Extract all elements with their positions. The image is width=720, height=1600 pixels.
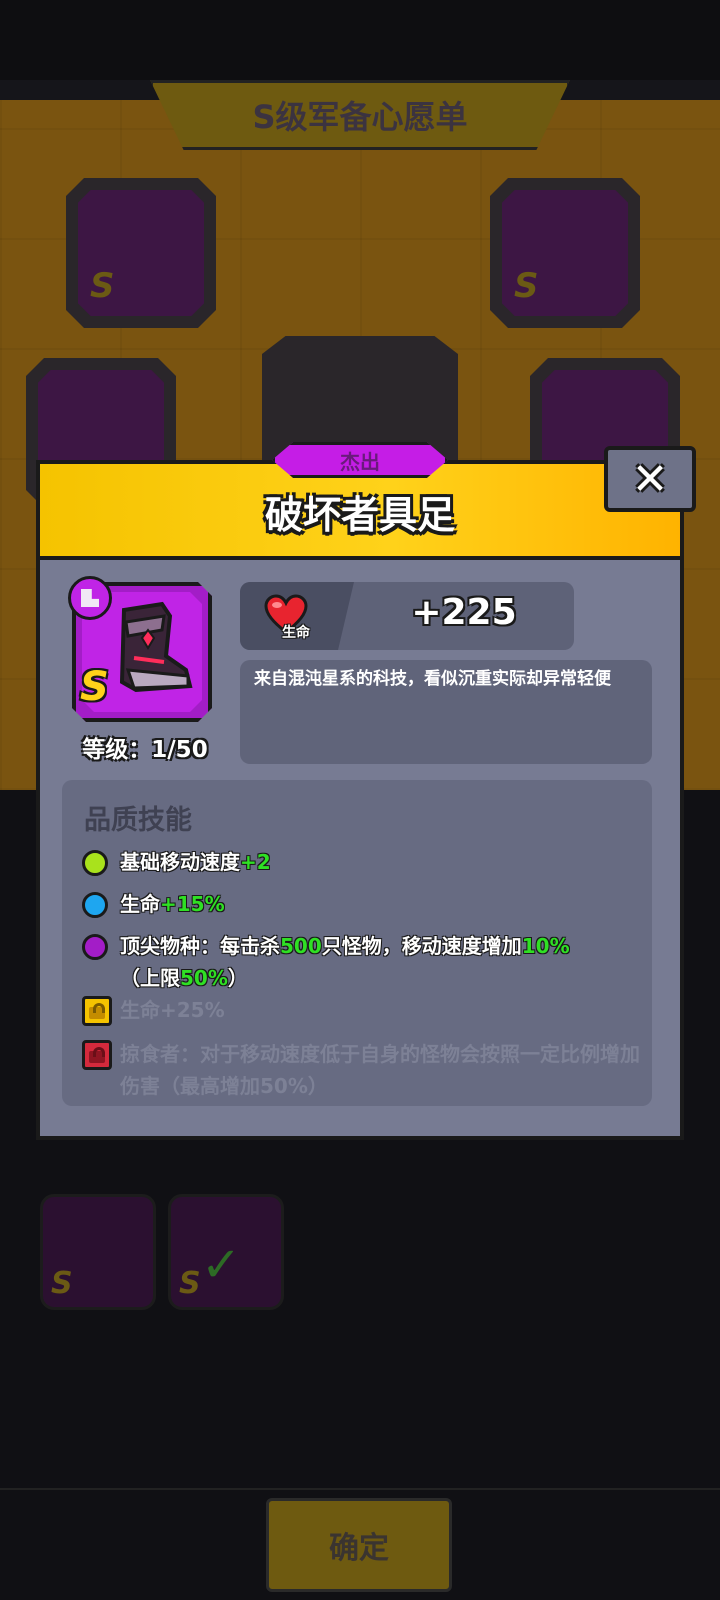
item-level: 等级：1/50 (82, 737, 208, 763)
item-detail-modal: 破坏者具足 S 等级：1/50 生命 +225 来自混沌星系的科技，看似沉重实际… (36, 460, 684, 1140)
boots-slot-icon (68, 576, 112, 620)
top-bar (0, 0, 720, 80)
skill-bonus: +2 (240, 850, 271, 874)
confirm-button[interactable]: 确定 (266, 1498, 452, 1592)
skills-title: 品质技能 (84, 805, 192, 836)
skill-text: 顶尖物种：每击杀 (120, 934, 280, 958)
skill-text: （上限 (120, 966, 180, 990)
inventory-item-boots-gold[interactable]: S (40, 1194, 156, 1310)
stat-value: +225 (411, 592, 517, 633)
stat-name: 生命 (282, 625, 310, 641)
lock-icon (82, 1040, 112, 1070)
blue-dot-icon (82, 892, 108, 918)
locked-skill-text: 生命+25% (120, 998, 225, 1022)
locked-skill-text: 掠食者：对于移动速度低于自身的怪物会按照一定比例增加伤害（最高增加50%） (120, 1042, 640, 1098)
wishlist-slot-weapon[interactable]: S (66, 178, 216, 328)
skill-value: 50% (180, 966, 228, 990)
skill-text: 生命 (120, 892, 160, 916)
locked-skill-row: 掠食者：对于移动速度低于自身的怪物会按照一定比例增加伤害（最高增加50%） (82, 1038, 642, 1102)
modal-header: 破坏者具足 (40, 464, 680, 560)
skill-row: 顶尖物种：每击杀500只怪物，移动速度增加10% （上限50%） (82, 930, 642, 1000)
lock-icon (82, 996, 112, 1026)
close-button[interactable]: ✕ (604, 446, 696, 512)
skill-text: ） (227, 966, 248, 990)
skill-bonus: +15% (160, 892, 225, 916)
wishlist-slot-armor[interactable]: S (490, 178, 640, 328)
description-box: 来自混沌星系的科技，看似沉重实际却异常轻便 (240, 660, 652, 764)
quality-skills-panel: 品质技能 基础移动速度+2 生命+15% 顶尖物种：每击杀500只怪物，移动速度… (62, 780, 652, 1106)
grade-badge: S (80, 664, 109, 710)
bottom-divider (0, 1488, 720, 1490)
stat-row: 生命 +225 (240, 582, 574, 650)
skill-value: 500 (280, 934, 322, 958)
purple-dot-icon (82, 934, 108, 960)
green-dot-icon (82, 850, 108, 876)
skill-value: 10% (521, 934, 570, 958)
rarity-tab: 杰出 (272, 442, 448, 478)
skill-text: 只怪物，移动速度增加 (321, 934, 522, 958)
screen-title: S级军备心愿单 (252, 98, 468, 136)
inventory-item-boots-selected[interactable]: ✓ S (168, 1194, 284, 1310)
item-description: 来自混沌星系的科技，看似沉重实际却异常轻便 (254, 669, 611, 689)
skill-text: 基础移动速度 (120, 850, 240, 874)
item-name: 破坏者具足 (264, 493, 455, 537)
